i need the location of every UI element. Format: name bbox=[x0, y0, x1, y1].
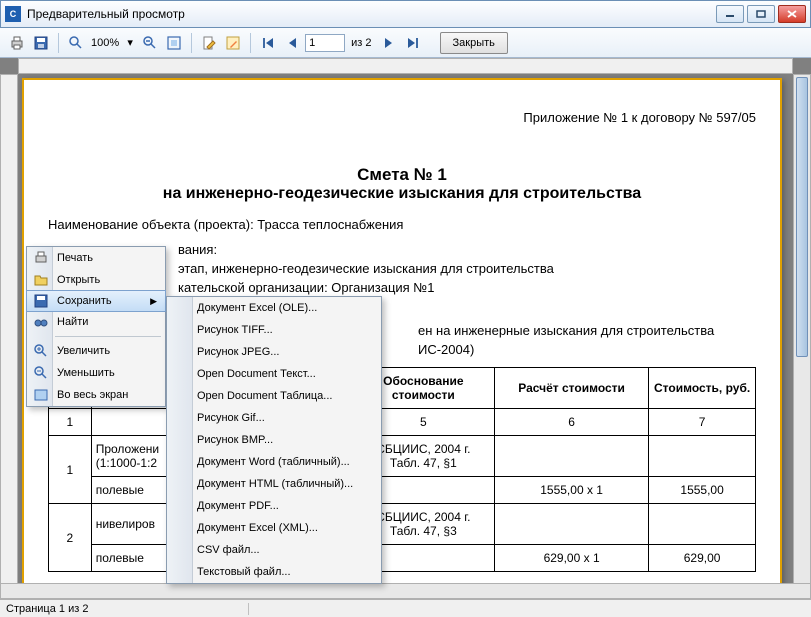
minimize-button[interactable] bbox=[716, 5, 744, 23]
doc-attachment: Приложение № 1 к договору № 597/05 bbox=[48, 110, 756, 125]
menu-item-Во весь экран[interactable]: Во весь экран bbox=[27, 384, 165, 406]
next-page-button[interactable] bbox=[378, 32, 400, 54]
menu-item-label: Печать bbox=[57, 252, 157, 264]
submenu-arrow-icon: ▶ bbox=[150, 296, 157, 307]
submenu-item[interactable]: Документ Word (табличный)... bbox=[167, 451, 381, 473]
zoom-tool-button[interactable] bbox=[65, 32, 87, 54]
save-button[interactable] bbox=[30, 32, 52, 54]
menu-item-label: Открыть bbox=[57, 274, 157, 286]
table-row: 1 Проложени(1:1000-1:2 1 СБЦИИС, 2004 г.… bbox=[49, 436, 756, 477]
folder-open-icon bbox=[31, 272, 51, 288]
menu-item-Сохранить[interactable]: Сохранить▶ bbox=[26, 290, 166, 312]
submenu-item[interactable]: Рисунок Gif... bbox=[167, 407, 381, 429]
zoom-value: 100% bbox=[89, 37, 121, 49]
close-window-button[interactable] bbox=[778, 5, 806, 23]
zoom-out-icon bbox=[31, 365, 51, 381]
menu-item-label: Увеличить bbox=[57, 345, 157, 357]
fullscreen-icon bbox=[31, 387, 51, 403]
menu-item-label: Во весь экран bbox=[57, 389, 157, 401]
menu-item-label: Сохранить bbox=[57, 295, 150, 307]
menu-item-Печать[interactable]: Печать bbox=[27, 247, 165, 269]
scrollbar-horizontal[interactable] bbox=[0, 583, 811, 599]
submenu-item-label: Рисунок JPEG... bbox=[197, 346, 373, 358]
page-number-input[interactable] bbox=[305, 34, 345, 52]
submenu-item-label: CSV файл... bbox=[197, 544, 373, 556]
submenu-item[interactable]: Open Document Таблица... bbox=[167, 385, 381, 407]
first-page-button[interactable] bbox=[257, 32, 279, 54]
table-row: полевые 1555,00 x 1 1555,00 bbox=[49, 477, 756, 504]
printer-icon bbox=[31, 250, 51, 266]
print-button[interactable] bbox=[6, 32, 28, 54]
zoom-in-icon bbox=[31, 343, 51, 359]
app-icon: С bbox=[5, 6, 21, 22]
menu-item-label: Найти bbox=[57, 316, 157, 328]
submenu-item-label: Документ HTML (табличный)... bbox=[197, 478, 373, 490]
context-submenu-save: Документ Excel (OLE)... Рисунок TIFF... Ри… bbox=[166, 296, 382, 584]
submenu-item[interactable]: Документ Excel (OLE)... bbox=[167, 297, 381, 319]
table-row: полевые 629,00 x 1 629,00 bbox=[49, 545, 756, 572]
menu-item-label: Уменьшить bbox=[57, 367, 157, 379]
doc-subtitle: на инженерно-геодезические изыскания для… bbox=[48, 185, 756, 203]
submenu-item-label: Open Document Таблица... bbox=[197, 390, 373, 402]
submenu-item-label: Документ PDF... bbox=[197, 500, 373, 512]
submenu-item-label: Текстовый файл... bbox=[197, 566, 373, 578]
submenu-item-label: Документ Word (табличный)... bbox=[197, 456, 373, 468]
window-title: Предварительный просмотр bbox=[27, 7, 716, 21]
submenu-item[interactable]: Open Document Текст... bbox=[167, 363, 381, 385]
last-page-button[interactable] bbox=[402, 32, 424, 54]
edit-page-button[interactable] bbox=[198, 32, 220, 54]
status-page: Страница 1 из 2 bbox=[6, 603, 249, 615]
annotate-button[interactable] bbox=[222, 32, 244, 54]
zoom-out-button[interactable] bbox=[139, 32, 161, 54]
doc-title: Смета № 1 bbox=[48, 165, 756, 185]
submenu-item-label: Рисунок BMP... bbox=[197, 434, 373, 446]
submenu-item[interactable]: Рисунок JPEG... bbox=[167, 341, 381, 363]
statusbar: Страница 1 из 2 bbox=[0, 599, 811, 617]
menu-item-Увеличить[interactable]: Увеличить bbox=[27, 340, 165, 362]
menu-item-Уменьшить[interactable]: Уменьшить bbox=[27, 362, 165, 384]
context-menu: Печать Открыть Сохранить▶ Найти Увеличить Уме… bbox=[26, 246, 166, 407]
titlebar: С Предварительный просмотр bbox=[0, 0, 811, 28]
submenu-item[interactable]: Рисунок BMP... bbox=[167, 429, 381, 451]
table-row: 2 нивелиров 1 СБЦИИС, 2004 г.Табл. 47, §… bbox=[49, 504, 756, 545]
ruler-horizontal bbox=[18, 58, 793, 74]
toolbar: 100% ▾ из 2 Закрыть bbox=[0, 28, 811, 58]
scrollbar-thumb[interactable] bbox=[796, 77, 808, 357]
doc-org-line: кательской организации: Организация №1 bbox=[178, 280, 756, 295]
doc-stage-line: этап, инженерно-геодезические изыскания … bbox=[178, 261, 756, 276]
maximize-button[interactable] bbox=[747, 5, 775, 23]
submenu-item-label: Документ Excel (OLE)... bbox=[197, 302, 373, 314]
page-total-label: из 2 bbox=[351, 37, 371, 49]
zoom-dropdown-button[interactable]: ▾ bbox=[123, 32, 137, 54]
zoom-fit-button[interactable] bbox=[163, 32, 185, 54]
doc-price-line: ен на инженерные изыскания для строитель… bbox=[418, 323, 756, 338]
close-preview-button[interactable]: Закрыть bbox=[440, 32, 508, 54]
save-icon bbox=[31, 293, 51, 309]
submenu-item[interactable]: Документ HTML (табличный)... bbox=[167, 473, 381, 495]
submenu-item[interactable]: Документ Excel (XML)... bbox=[167, 517, 381, 539]
doc-object-line: Наименование объекта (проекта): Трасса т… bbox=[48, 217, 756, 232]
submenu-item-label: Рисунок Gif... bbox=[197, 412, 373, 424]
submenu-item-label: Open Document Текст... bbox=[197, 368, 373, 380]
prev-page-button[interactable] bbox=[281, 32, 303, 54]
doc-price-line2: ИС-2004) bbox=[418, 342, 756, 357]
ruler-vertical bbox=[0, 74, 18, 585]
submenu-item[interactable]: Документ PDF... bbox=[167, 495, 381, 517]
doc-stage-pre: вания: bbox=[178, 242, 756, 257]
binoculars-icon bbox=[31, 314, 51, 330]
submenu-item[interactable]: Рисунок TIFF... bbox=[167, 319, 381, 341]
menu-item-Найти[interactable]: Найти bbox=[27, 311, 165, 333]
submenu-item-label: Рисунок TIFF... bbox=[197, 324, 373, 336]
menu-item-Открыть[interactable]: Открыть bbox=[27, 269, 165, 291]
submenu-item[interactable]: CSV файл... bbox=[167, 539, 381, 561]
table-numrow: 1 4 5 6 7 bbox=[49, 409, 756, 436]
submenu-item[interactable]: Текстовый файл... bbox=[167, 561, 381, 583]
submenu-item-label: Документ Excel (XML)... bbox=[197, 522, 373, 534]
scrollbar-vertical[interactable] bbox=[793, 74, 811, 585]
